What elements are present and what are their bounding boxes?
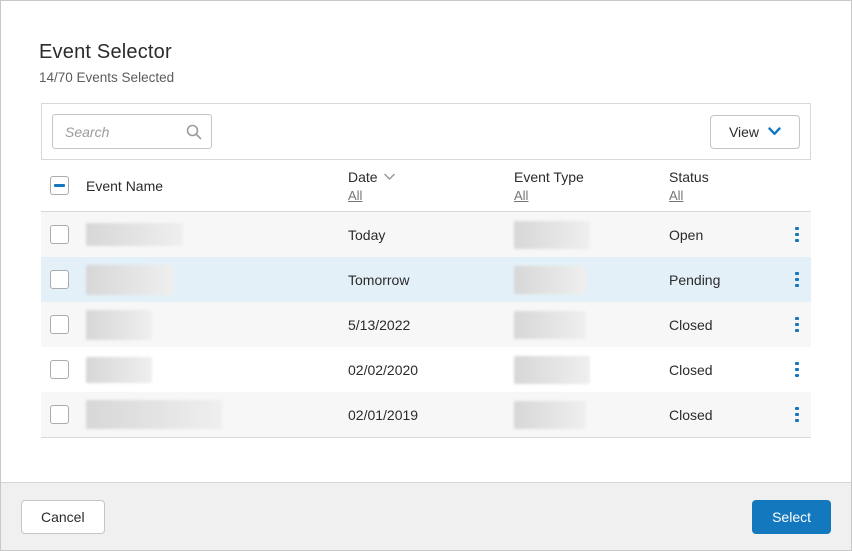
table-row[interactable]: 02/02/2020 Closed [41, 347, 811, 392]
table-body: Today Open Tomorrow Pending [41, 212, 811, 438]
redacted-event-type [514, 401, 586, 429]
view-button[interactable]: View [710, 115, 800, 149]
row-checkbox[interactable] [50, 405, 69, 424]
status-cell: Open [669, 227, 781, 243]
chevron-down-icon [768, 127, 781, 136]
checkmark [54, 364, 65, 375]
redacted-event-type [514, 356, 590, 384]
table-header-row: Event Name Date All Event Type All Statu… [41, 160, 811, 212]
table-row[interactable]: Tomorrow Pending [41, 257, 811, 302]
redacted-event-name [86, 310, 152, 340]
header-checkbox-cell [41, 176, 86, 195]
date-cell: 5/13/2022 [348, 317, 514, 333]
row-checkbox[interactable] [50, 315, 69, 334]
redacted-event-type [514, 311, 586, 339]
events-table: Event Name Date All Event Type All Statu… [41, 160, 811, 438]
page-title: Event Selector [39, 41, 813, 64]
status-cell: Closed [669, 407, 781, 423]
date-cell: 02/01/2019 [348, 407, 514, 423]
date-filter-link[interactable]: All [348, 188, 362, 203]
row-checkbox-cell [41, 360, 86, 379]
status-filter-link[interactable]: All [669, 188, 683, 203]
row-checkbox-cell [41, 315, 86, 334]
event-name-cell [86, 357, 348, 383]
sort-chevron-down-icon[interactable] [384, 173, 395, 181]
event-type-cell [514, 401, 669, 429]
date-cell: Tomorrow [348, 272, 514, 288]
select-all-checkbox[interactable] [50, 176, 69, 195]
table-row[interactable]: Today Open [41, 212, 811, 257]
table-row[interactable]: 5/13/2022 Closed [41, 302, 811, 347]
kebab-menu-icon[interactable] [781, 223, 813, 247]
kebab-menu-icon[interactable] [781, 268, 813, 292]
titlebar: Event Selector 14/70 Events Selected [1, 1, 851, 103]
row-checkbox[interactable] [50, 225, 69, 244]
column-header-status: Status All [669, 169, 781, 203]
date-cell: 02/02/2020 [348, 362, 514, 378]
checkmark [54, 274, 65, 285]
select-button[interactable]: Select [752, 500, 831, 534]
kebab-menu-icon[interactable] [781, 358, 813, 382]
event-name-cell [86, 265, 348, 295]
event-name-cell [86, 400, 348, 429]
date-cell: Today [348, 227, 514, 243]
view-button-label: View [729, 124, 759, 140]
checkmark [54, 319, 65, 330]
column-header-event-name: Event Name [86, 178, 348, 194]
toolbar: View [41, 103, 811, 160]
event-type-cell [514, 356, 669, 384]
event-type-cell [514, 221, 669, 249]
status-cell: Closed [669, 317, 781, 333]
row-checkbox-cell [41, 225, 86, 244]
status-cell: Closed [669, 362, 781, 378]
redacted-event-type [514, 221, 590, 249]
footer: Cancel Select [1, 482, 851, 550]
redacted-event-type [514, 266, 586, 294]
row-checkbox-cell [41, 405, 86, 424]
row-checkbox-cell [41, 270, 86, 289]
event-selector-dialog: Event Selector 14/70 Events Selected Vie… [0, 0, 852, 551]
column-header-date: Date All [348, 169, 514, 203]
cancel-button[interactable]: Cancel [21, 500, 105, 534]
search-input[interactable] [52, 114, 212, 149]
kebab-menu-icon[interactable] [781, 313, 813, 337]
table-row[interactable]: 02/01/2019 Closed [41, 392, 811, 437]
column-header-event-type: Event Type All [514, 169, 669, 203]
event-type-cell [514, 266, 669, 294]
date-column-label: Date [348, 169, 378, 185]
selected-count: 14/70 Events Selected [39, 70, 813, 85]
redacted-event-name [86, 265, 174, 295]
redacted-event-name [86, 223, 183, 246]
row-checkbox[interactable] [50, 360, 69, 379]
row-checkbox[interactable] [50, 270, 69, 289]
status-cell: Pending [669, 272, 781, 288]
event-type-cell [514, 311, 669, 339]
event-type-filter-link[interactable]: All [514, 188, 528, 203]
event-name-cell [86, 310, 348, 340]
indeterminate-mark [54, 184, 65, 187]
search-field-wrap [52, 114, 212, 149]
content-spacer [1, 438, 851, 482]
redacted-event-name [86, 400, 222, 429]
event-name-cell [86, 223, 348, 246]
checkmark [54, 229, 65, 240]
kebab-menu-icon[interactable] [781, 403, 813, 427]
redacted-event-name [86, 357, 152, 383]
